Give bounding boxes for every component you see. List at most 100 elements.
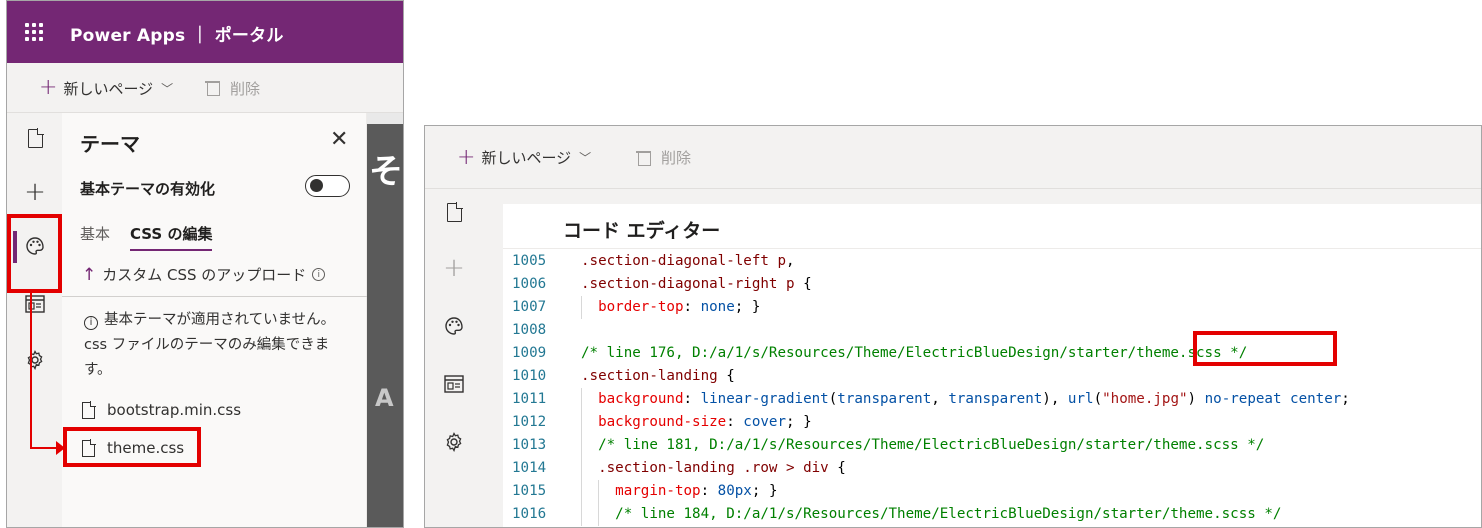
code-line[interactable]: 1016 /* line 184, D:/a/1/s/Resources/The… (503, 503, 1481, 526)
upload-custom-css-button[interactable]: ↑ カスタム CSS のアップロード i (82, 264, 326, 285)
line-number: 1016 (512, 506, 547, 522)
indent-guide (581, 411, 582, 434)
line-number: 1005 (512, 253, 547, 269)
settings-gear-icon[interactable] (443, 431, 465, 453)
plus-icon: + (39, 75, 58, 100)
highlight-box-theme-icon (7, 214, 62, 293)
notice-text: 基本テーマが適用されていません。css ファイルのテーマのみ編集できます。 (84, 312, 336, 378)
code-text: /* line 176, D:/a/1/s/Resources/Theme/El… (581, 345, 1248, 361)
enable-basic-theme-toggle[interactable] (305, 175, 350, 197)
code-line[interactable]: 1006 .section-diagonal-right p { (503, 273, 1481, 296)
pages-icon[interactable] (443, 201, 465, 223)
code-text: .section-diagonal-left p, (581, 253, 795, 269)
info-icon[interactable]: i (312, 268, 326, 281)
code-line[interactable]: 1005 .section-diagonal-left p, (503, 250, 1481, 273)
delete-button[interactable]: 削除 (205, 63, 261, 113)
line-number: 1010 (512, 368, 547, 384)
code-text: background-size: cover; } (598, 414, 812, 430)
preview-glyph: A (375, 384, 394, 412)
line-number: 1011 (512, 391, 547, 407)
code-line[interactable]: 1007 border-top: none; } (503, 296, 1481, 319)
delete-label: 削除 (661, 149, 692, 167)
line-number: 1014 (512, 460, 547, 476)
new-page-button[interactable]: + 新しいページ ﹀ (457, 126, 591, 189)
code-line[interactable]: 1014 .section-landing .row > div { (503, 457, 1481, 480)
templates-icon[interactable] (443, 373, 465, 395)
file-name: bootstrap.min.css (107, 401, 242, 419)
code-line[interactable]: 1012 background-size: cover; } (503, 411, 1481, 434)
code-text: margin-top: 80px; } (615, 483, 778, 499)
new-page-button[interactable]: + 新しいページ ﹀ (39, 63, 173, 113)
indent-guide (581, 296, 582, 319)
tab-basic[interactable]: 基本 (80, 223, 110, 244)
pages-icon[interactable] (24, 127, 46, 149)
code-editor-window: + 新しいページ ﹀ 削除 + コード エディター 1005 .section-… (424, 125, 1482, 528)
preview-glyph: そ (369, 152, 403, 192)
code-editor[interactable]: コード エディター 1005 .section-diagonal-left p, 1… (503, 204, 1481, 527)
code-text: /* line 181, D:/a/1/s/Resources/Theme/El… (598, 437, 1265, 453)
line-number: 1013 (512, 437, 547, 453)
divider (62, 296, 367, 297)
close-icon[interactable]: ✕ (330, 129, 348, 151)
upload-icon: ↑ (82, 264, 97, 285)
left-nav-rail: + (425, 189, 483, 527)
indent-guide (581, 480, 582, 503)
line-number: 1006 (512, 276, 547, 292)
trash-icon (205, 80, 220, 96)
code-text: background: linear-gradient(transparent,… (598, 391, 1350, 407)
app-launcher-icon[interactable] (25, 23, 43, 41)
theme-panel-title: テーマ (80, 132, 140, 156)
info-icon: i (84, 315, 98, 330)
app-title: Power Apps ｜ ポータル (70, 26, 284, 46)
code-text: /* line 184, D:/a/1/s/Resources/Theme/El… (615, 506, 1282, 522)
divider (503, 248, 1481, 249)
indent-guide (581, 388, 582, 411)
page-preview: そ A (367, 124, 403, 527)
highlight-box-url-home-jpg (1193, 331, 1337, 366)
line-number: 1015 (512, 483, 547, 499)
add-component-icon[interactable]: + (443, 253, 465, 283)
file-item-bootstrap[interactable]: bootstrap.min.css (82, 400, 242, 419)
settings-gear-icon[interactable] (24, 349, 46, 371)
code-editor-title: コード エディター (563, 220, 721, 242)
new-page-label: 新しいページ (63, 79, 154, 98)
delete-label: 削除 (230, 79, 261, 98)
templates-icon[interactable] (24, 293, 46, 315)
line-number: 1008 (512, 322, 547, 338)
code-text: border-top: none; } (598, 299, 761, 315)
screenshot-composite: Power Apps ｜ ポータル + 新しいページ ﹀ 削除 + テーマ ✕ … (0, 0, 1482, 528)
line-number: 1012 (512, 414, 547, 430)
code-line[interactable]: 1011 background: linear-gradient(transpa… (503, 388, 1481, 411)
trash-icon (636, 150, 651, 166)
highlight-box-theme-css (63, 427, 201, 467)
code-line[interactable]: 1013 /* line 181, D:/a/1/s/Resources/The… (503, 434, 1481, 457)
delete-button[interactable]: 削除 (636, 126, 692, 189)
tab-edit-css[interactable]: CSS の編集 (130, 223, 213, 251)
chevron-down-icon: ﹀ (579, 151, 592, 165)
code-line[interactable]: 1015 margin-top: 80px; } (503, 480, 1481, 503)
code-area[interactable]: 1005 .section-diagonal-left p, 1006 .sectio… (503, 250, 1481, 526)
theme-palette-icon[interactable] (443, 315, 465, 337)
code-text: .section-landing { (581, 368, 735, 384)
indent-guide (598, 503, 599, 526)
upload-custom-css-label: カスタム CSS のアップロード (102, 266, 307, 284)
plus-icon: + (457, 144, 476, 170)
left-nav-rail: + (7, 113, 62, 527)
command-bar: + 新しいページ ﹀ 削除 (425, 126, 1481, 189)
chevron-down-icon: ﹀ (161, 81, 174, 96)
line-number: 1009 (512, 345, 547, 361)
code-line[interactable]: 1010 .section-landing { (503, 365, 1481, 388)
basic-theme-notice: i 基本テーマが適用されていません。css ファイルのテーマのみ編集できます。 (84, 308, 352, 383)
code-text: .section-landing .row > div { (581, 460, 846, 476)
file-icon (82, 400, 96, 419)
enable-basic-theme-label: 基本テーマの有効化 (80, 180, 216, 198)
indent-guide (598, 480, 599, 503)
code-text: .section-diagonal-right p { (581, 276, 812, 292)
indent-guide (581, 503, 582, 526)
line-number: 1007 (512, 299, 547, 315)
new-page-label: 新しいページ (481, 149, 572, 167)
add-component-icon[interactable]: + (24, 177, 46, 207)
indent-guide (581, 434, 582, 457)
app-header: Power Apps ｜ ポータル (7, 1, 403, 63)
command-bar: + 新しいページ ﹀ 削除 (7, 63, 403, 113)
